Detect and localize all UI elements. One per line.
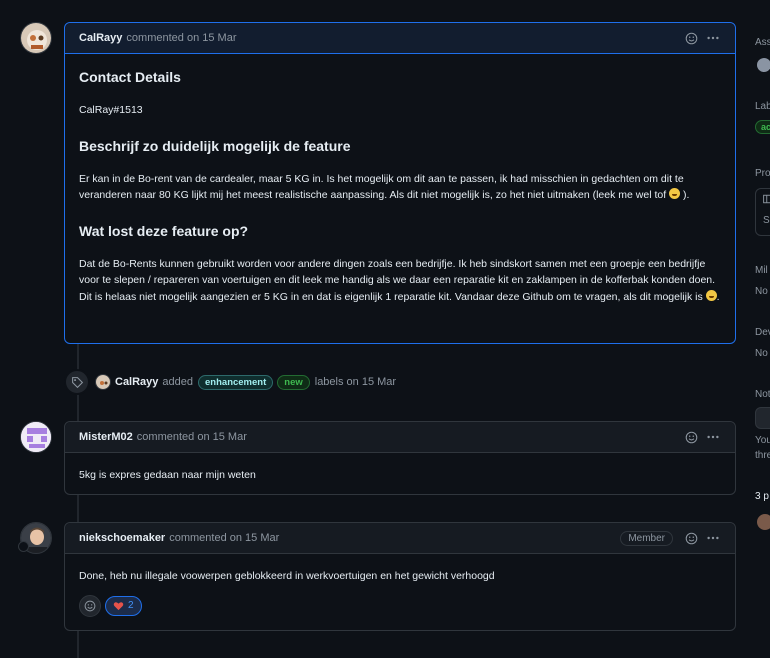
sidebar-assignees-label[interactable]: Ass	[755, 37, 770, 48]
comment-body: Done, heb nu illegale voowerpen geblokke…	[65, 554, 735, 595]
comment-misterm02: MisterM02 commented on 15 Mar 5kg is exp…	[64, 421, 736, 495]
comment-header: CalRayy commented on 15 Mar	[65, 23, 735, 54]
project-item-label: S	[763, 215, 770, 226]
sidebar-development-value: No	[755, 348, 768, 359]
project-card[interactable]: S	[755, 188, 770, 236]
comment-calrayy: CalRayy commented on 15 Mar Contact Deta…	[64, 22, 736, 344]
avatar-image	[21, 422, 51, 452]
sidebar-notif-text1: You	[755, 435, 770, 446]
comment-meta[interactable]: commented on 15 Mar	[169, 532, 279, 544]
section-text: CalRay#1513	[79, 104, 143, 116]
sidebar-notif-text2: thre	[755, 450, 770, 461]
reaction-count: 2	[128, 600, 134, 611]
label-event: CalRayy added enhancement new labels on …	[64, 369, 397, 395]
smiley-icon[interactable]	[683, 530, 699, 546]
member-badge: Member	[620, 530, 673, 546]
section-text-end: .	[716, 290, 720, 303]
label-enhancement[interactable]: enhancement	[198, 374, 274, 390]
heart-reaction-button[interactable]: 2	[105, 595, 142, 616]
comment-body: 5kg is expres gedaan naar mijn weten	[65, 453, 735, 496]
event-action: added	[162, 376, 194, 388]
sidebar-development-label[interactable]: Dev	[755, 327, 770, 338]
comment-text: 5kg is expres gedaan naar mijn weten	[79, 469, 256, 481]
sidebar-milestone-value: No	[755, 286, 768, 297]
comment-author[interactable]: niekschoemaker	[79, 532, 165, 544]
comment-meta[interactable]: commented on 15 Mar	[137, 431, 247, 443]
avatar-calrayy[interactable]	[20, 22, 52, 54]
avatar-image	[21, 23, 51, 53]
kebab-menu-icon[interactable]	[705, 429, 721, 445]
section-heading: Contact Details	[79, 69, 181, 85]
section-text-content: Dat de Bo-Rents kunnen gebruikt worden v…	[79, 257, 716, 303]
section-text: Dat de Bo-Rents kunnen gebruikt worden v…	[79, 256, 721, 306]
tag-icon	[64, 369, 90, 395]
comment-author[interactable]: MisterM02	[79, 431, 133, 443]
sidebar-participants-label: 3 p	[755, 491, 769, 502]
comment-header: niekschoemaker commented on 15 Mar Membe…	[65, 523, 735, 554]
subscribe-button[interactable]	[755, 407, 770, 429]
comment-meta[interactable]: commented on 15 Mar	[126, 32, 236, 44]
comment-author[interactable]: CalRayy	[79, 32, 122, 44]
smiley-icon[interactable]	[683, 30, 699, 46]
event-avatar[interactable]	[95, 374, 111, 390]
smiley-icon[interactable]	[683, 429, 699, 445]
add-reaction-button[interactable]	[79, 594, 101, 617]
smiley-icon	[84, 600, 96, 611]
event-author[interactable]: CalRayy	[115, 376, 158, 388]
reactions-bar: 2	[65, 594, 735, 629]
comment-body: Contact Details CalRay#1513 Beschrijf zo…	[65, 54, 735, 317]
section-text: Er kan in de Bo-rent van de cardealer, m…	[79, 171, 721, 204]
sidebar-milestone-label[interactable]: Mil	[755, 265, 768, 276]
participant-avatar[interactable]	[757, 514, 770, 530]
grinning-emoji-icon	[705, 289, 717, 301]
table-icon	[763, 194, 770, 204]
heart-icon	[113, 601, 124, 610]
sidebar-projects-label[interactable]: Pro	[755, 168, 770, 179]
kebab-menu-icon[interactable]	[705, 530, 721, 546]
section-text-end: ).	[682, 189, 690, 201]
avatar-misterm02[interactable]	[20, 421, 52, 453]
sidebar: Ass Lab ac Pro S Mil No Dev No Not You t…	[755, 0, 770, 658]
section-heading: Beschrijf zo duidelijk mogelijk de featu…	[79, 137, 351, 154]
label-new[interactable]: new	[277, 374, 310, 390]
kebab-menu-icon[interactable]	[705, 30, 721, 46]
comment-header: MisterM02 commented on 15 Mar	[65, 422, 735, 453]
assignee-avatar[interactable]	[757, 58, 770, 72]
event-suffix: labels on 15 Mar	[314, 376, 397, 388]
grinning-emoji-icon	[669, 188, 681, 199]
comment-niekschoemaker: niekschoemaker commented on 15 Mar Membe…	[64, 522, 736, 631]
sidebar-labels-label[interactable]: Lab	[755, 101, 770, 112]
sidebar-label-chip[interactable]: ac	[755, 120, 770, 134]
comment-text: Done, heb nu illegale voowerpen geblokke…	[79, 570, 495, 582]
section-heading: Wat lost deze feature op?	[79, 222, 249, 239]
sidebar-notifications-label[interactable]: Not	[755, 389, 770, 400]
owner-badge-icon	[18, 541, 29, 552]
section-text-content: Er kan in de Bo-rent van de cardealer, m…	[79, 172, 684, 202]
